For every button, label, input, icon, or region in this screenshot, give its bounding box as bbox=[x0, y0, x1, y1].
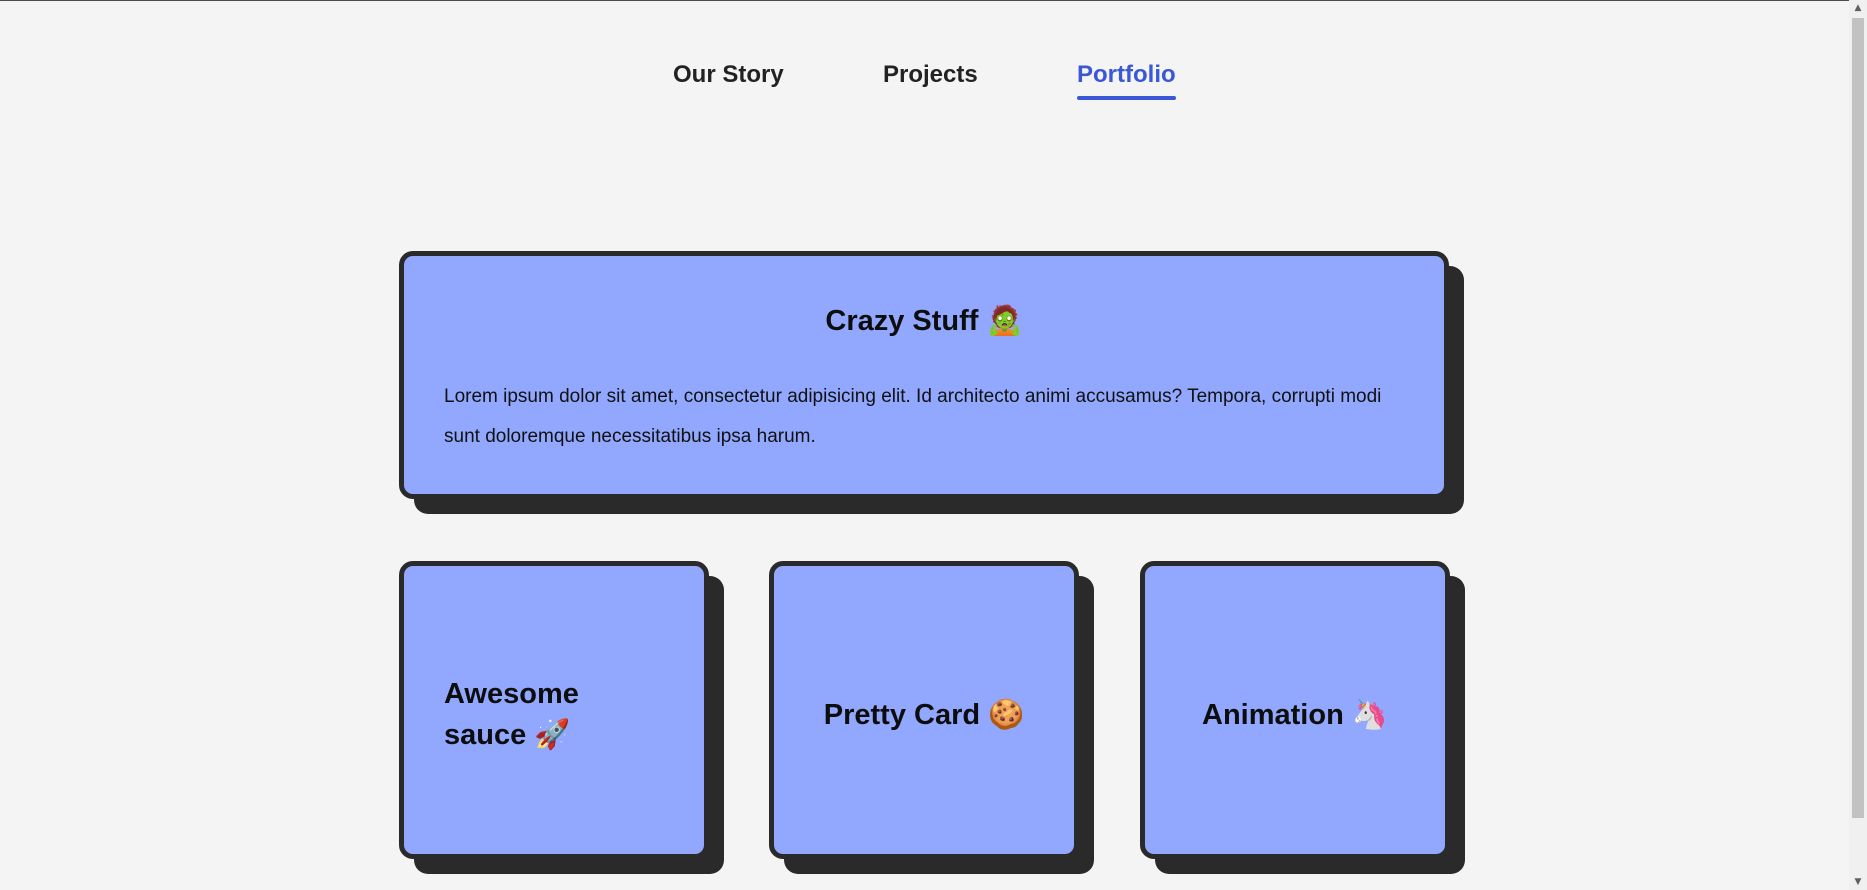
window-top-border bbox=[0, 0, 1867, 1]
card-body: Crazy Stuff 🧟 Lorem ipsum dolor sit amet… bbox=[399, 251, 1449, 499]
card-body: Pretty Card 🍪 bbox=[769, 561, 1079, 859]
scroll-up-arrow-icon[interactable]: ▲ bbox=[1849, 0, 1867, 16]
card-title-awesome-sauce: Awesome sauce 🚀 bbox=[444, 674, 664, 755]
nav-link-projects[interactable]: Projects bbox=[883, 60, 978, 90]
featured-card-title-text: Crazy Stuff bbox=[825, 305, 979, 337]
zombie-icon: 🧟 bbox=[986, 303, 1023, 337]
scroll-down-arrow-icon[interactable]: ▼ bbox=[1849, 874, 1867, 890]
card-title-pretty-card: Pretty Card 🍪 bbox=[774, 694, 1074, 735]
card-body: Animation 🦄 bbox=[1140, 561, 1450, 859]
active-tab-indicator bbox=[1077, 96, 1176, 100]
nav-link-our-story[interactable]: Our Story bbox=[673, 60, 784, 90]
card-title-text: Animation bbox=[1202, 699, 1344, 731]
featured-card[interactable]: Crazy Stuff 🧟 Lorem ipsum dolor sit amet… bbox=[399, 251, 1464, 514]
nav-link-portfolio-label: Portfolio bbox=[1077, 61, 1176, 88]
main-nav: Our Story Projects Portfolio bbox=[0, 60, 1849, 104]
unicorn-icon: 🦄 bbox=[1351, 697, 1388, 731]
vertical-scrollbar[interactable]: ▲ ▼ bbox=[1849, 0, 1867, 890]
card-body: Awesome sauce 🚀 bbox=[399, 561, 709, 859]
featured-card-title: Crazy Stuff 🧟 bbox=[404, 300, 1444, 341]
card-pretty-card[interactable]: Pretty Card 🍪 bbox=[769, 561, 1094, 874]
featured-card-text: Lorem ipsum dolor sit amet, consectetur … bbox=[444, 386, 1382, 447]
cookie-icon: 🍪 bbox=[988, 697, 1025, 731]
card-title-text: Pretty Card bbox=[823, 699, 981, 731]
nav-link-portfolio[interactable]: Portfolio bbox=[1077, 60, 1176, 100]
rocket-icon: 🚀 bbox=[534, 717, 571, 751]
card-title-animation: Animation 🦄 bbox=[1145, 694, 1445, 735]
scrollbar-thumb[interactable] bbox=[1852, 18, 1864, 818]
card-animation[interactable]: Animation 🦄 bbox=[1140, 561, 1465, 874]
card-awesome-sauce[interactable]: Awesome sauce 🚀 bbox=[399, 561, 724, 874]
